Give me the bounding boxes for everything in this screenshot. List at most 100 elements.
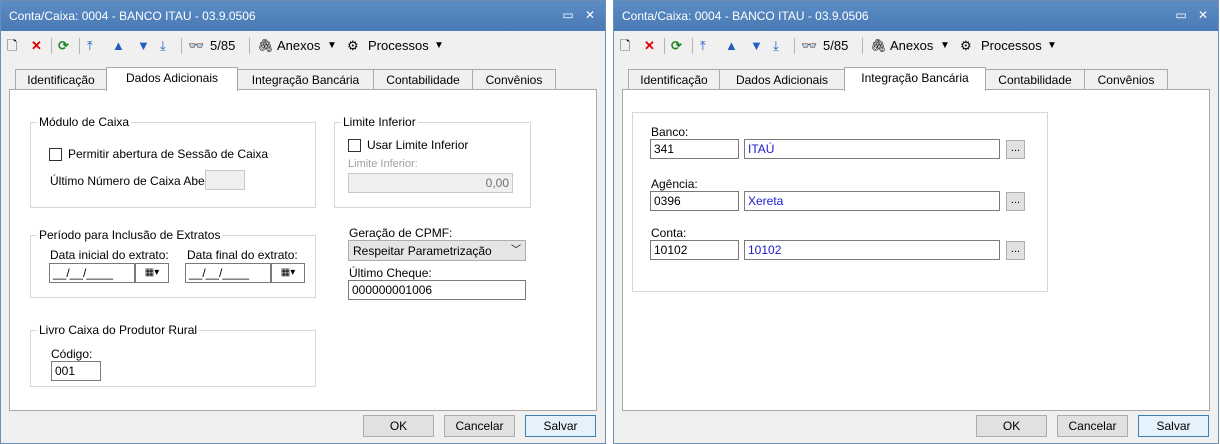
usar-limite-checkbox[interactable] (348, 139, 361, 152)
anexos-menu[interactable]: Anexos (890, 36, 933, 56)
chevron-down-icon[interactable]: ▼ (434, 36, 444, 56)
calendar-icon[interactable]: ▦▾ (135, 263, 169, 283)
tab-identificacao[interactable]: Identificação (15, 69, 107, 90)
anexos-menu[interactable]: Anexos (277, 36, 320, 56)
agencia-lookup-button[interactable]: ... (1006, 192, 1025, 211)
ultimo-numero-field[interactable] (205, 170, 245, 190)
tab-convenios[interactable]: Convênios (472, 69, 556, 90)
tab-strip: Identificação Dados Adicionais Integraçã… (622, 67, 1210, 91)
agencia-label: Agência: (651, 177, 698, 191)
close-icon[interactable]: ✕ (1196, 8, 1210, 22)
first-record-icon[interactable]: ⤒ (87, 36, 93, 56)
gears-icon[interactable]: ⚙ (347, 36, 359, 56)
previous-record-icon[interactable]: ▲ (725, 36, 738, 56)
group-title: Módulo de Caixa (37, 115, 132, 129)
cpmf-selected: Respeitar Parametrização (353, 244, 492, 258)
data-inicial-label: Data inicial do extrato: (50, 248, 169, 262)
agencia-name-field[interactable]: Xereta (744, 191, 1000, 211)
next-record-icon[interactable]: ▼ (137, 36, 150, 56)
window-title: Conta/Caixa: 0004 - BANCO ITAU - 03.9.05… (9, 9, 256, 23)
last-record-icon[interactable]: ⤓ (160, 36, 166, 56)
tab-identificacao[interactable]: Identificação (628, 69, 720, 90)
integracao-group: Banco: 341 ITAÚ ... Agência: 0396 Xereta… (632, 112, 1048, 292)
close-icon[interactable]: ✕ (583, 8, 597, 22)
binoculars-icon[interactable]: 👓 (801, 36, 817, 56)
toolbar: 🗋 ✕ ⟳ ⤒ ▲ ▼ ⤓ 👓 5/85 🖇 Anexos ▼ ⚙ Proces… (614, 31, 1218, 61)
dados-adicionais-panel: Módulo de Caixa Permitir abertura de Ses… (9, 89, 597, 411)
codigo-label: Código: (51, 347, 93, 361)
group-title: Livro Caixa do Produtor Rural (37, 323, 200, 337)
tab-dados-adicionais[interactable]: Dados Adicionais (106, 67, 238, 91)
group-title: Limite Inferior (341, 115, 418, 129)
chevron-down-icon[interactable]: ▼ (1047, 36, 1057, 56)
delete-icon[interactable]: ✕ (31, 36, 42, 56)
calendar-icon[interactable]: ▦▾ (271, 263, 305, 283)
banco-lookup-button[interactable]: ... (1006, 140, 1025, 159)
tab-contabilidade[interactable]: Contabilidade (373, 69, 473, 90)
next-record-icon[interactable]: ▼ (750, 36, 763, 56)
last-record-icon[interactable]: ⤓ (773, 36, 779, 56)
banco-name-field[interactable]: ITAÚ (744, 139, 1000, 159)
window-title: Conta/Caixa: 0004 - BANCO ITAU - 03.9.05… (622, 9, 869, 23)
window-dados-adicionais: Conta/Caixa: 0004 - BANCO ITAU - 03.9.05… (0, 0, 606, 444)
refresh-icon[interactable]: ⟳ (671, 36, 682, 56)
conta-name-field[interactable]: 10102 (744, 240, 1000, 260)
data-inicial-field[interactable]: __/__/____ (49, 263, 135, 283)
ok-button[interactable]: OK (363, 415, 434, 437)
banco-code-field[interactable]: 341 (650, 139, 739, 159)
permitir-label: Permitir abertura de Sessão de Caixa (68, 147, 269, 161)
first-record-icon[interactable]: ⤒ (700, 36, 706, 56)
tab-dados-adicionais[interactable]: Dados Adicionais (719, 69, 845, 90)
ultimo-cheque-label: Último Cheque: (349, 266, 432, 280)
cpmf-select[interactable]: Respeitar Parametrização ﹀ (348, 240, 526, 261)
codigo-field[interactable]: 001 (51, 361, 101, 381)
limite-inferior-label: Limite Inferior: (348, 158, 418, 170)
binoculars-icon[interactable]: 👓 (188, 36, 204, 56)
record-counter: 5/85 (823, 38, 849, 53)
chevron-down-icon[interactable]: ▼ (327, 36, 337, 56)
periodo-group: Período para Inclusão de Extratos Data i… (30, 228, 316, 298)
paperclip-icon[interactable]: 🖇 (870, 36, 887, 56)
tab-integracao-bancaria[interactable]: Integração Bancária (237, 69, 374, 90)
salvar-button[interactable]: Salvar (1138, 415, 1209, 437)
tab-convenios[interactable]: Convênios (1084, 69, 1168, 90)
cancelar-button[interactable]: Cancelar (444, 415, 515, 437)
delete-icon[interactable]: ✕ (644, 36, 655, 56)
limite-inferior-field[interactable]: 0,00 (348, 173, 513, 193)
ultimo-numero-label: Último Número de Caixa Aberto: (50, 174, 223, 188)
record-counter: 5/85 (210, 38, 236, 53)
ok-button[interactable]: OK (976, 415, 1047, 437)
window-integracao-bancaria: Conta/Caixa: 0004 - BANCO ITAU - 03.9.05… (613, 0, 1219, 444)
tab-contabilidade[interactable]: Contabilidade (985, 69, 1085, 90)
chevron-down-icon: ﹀ (511, 245, 521, 256)
paperclip-icon[interactable]: 🖇 (257, 36, 274, 56)
minimize-icon[interactable]: ▭ (561, 8, 575, 22)
title-bar: Conta/Caixa: 0004 - BANCO ITAU - 03.9.05… (1, 1, 605, 31)
processos-menu[interactable]: Processos (368, 36, 429, 56)
conta-label: Conta: (651, 226, 687, 240)
banco-label: Banco: (651, 125, 689, 139)
group-title: Período para Inclusão de Extratos (37, 228, 223, 242)
agencia-code-field[interactable]: 0396 (650, 191, 739, 211)
previous-record-icon[interactable]: ▲ (112, 36, 125, 56)
cancelar-button[interactable]: Cancelar (1057, 415, 1128, 437)
tab-integracao-bancaria[interactable]: Integração Bancária (844, 67, 986, 91)
salvar-button[interactable]: Salvar (525, 415, 596, 437)
new-document-icon[interactable]: 🗋 (7, 36, 17, 56)
title-bar: Conta/Caixa: 0004 - BANCO ITAU - 03.9.05… (614, 1, 1218, 31)
new-document-icon[interactable]: 🗋 (620, 36, 630, 56)
gears-icon[interactable]: ⚙ (960, 36, 972, 56)
minimize-icon[interactable]: ▭ (1174, 8, 1188, 22)
data-final-field[interactable]: __/__/____ (185, 263, 271, 283)
ultimo-cheque-field[interactable]: 000000001006 (348, 280, 526, 300)
livro-caixa-group: Livro Caixa do Produtor Rural Código: 00… (30, 323, 316, 387)
tab-strip: Identificação Dados Adicionais Integraçã… (9, 67, 597, 91)
usar-limite-label: Usar Limite Inferior (367, 138, 469, 152)
conta-lookup-button[interactable]: ... (1006, 241, 1025, 260)
refresh-icon[interactable]: ⟳ (58, 36, 69, 56)
processos-menu[interactable]: Processos (981, 36, 1042, 56)
limite-inferior-group: Limite Inferior Usar Limite Inferior Lim… (334, 115, 531, 208)
conta-code-field[interactable]: 10102 (650, 240, 739, 260)
chevron-down-icon[interactable]: ▼ (940, 36, 950, 56)
permitir-checkbox[interactable] (49, 148, 62, 161)
